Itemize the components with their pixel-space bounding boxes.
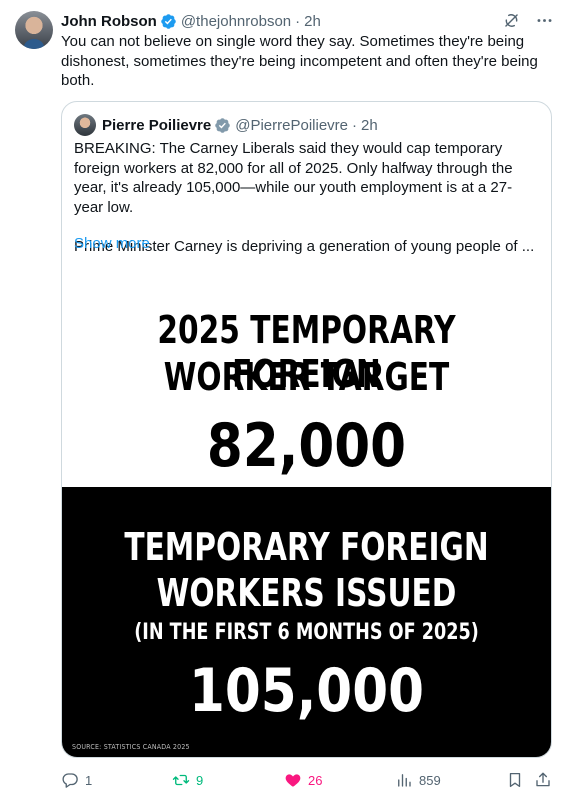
verified-badge-icon[interactable]	[160, 13, 177, 30]
action-bar: 1 9 26 859	[61, 771, 556, 791]
quoted-tweet[interactable]: Pierre Poilievre @PierrePoilievre · 2h B…	[61, 101, 552, 758]
reply-count: 1	[85, 772, 93, 788]
reply-button[interactable]: 1	[61, 771, 92, 789]
show-more-link[interactable]: Show more	[74, 235, 150, 252]
quote-author-name[interactable]: Pierre Poilievre	[102, 117, 211, 134]
target-panel: 2025 TEMPORARY FOREIGN WORKER TARGET 82,…	[62, 264, 551, 487]
quote-header: Pierre Poilievre @PierrePoilievre · 2h	[74, 114, 378, 136]
issued-title-line-1: TEMPORARY FOREIGN	[124, 525, 489, 569]
share-icon	[536, 772, 550, 787]
tweet[interactable]: John Robson @thejohnrobson · 2h You can …	[0, 0, 568, 801]
separator-dot: ·	[295, 12, 301, 30]
target-value: 82,000	[206, 411, 407, 481]
author-name[interactable]: John Robson	[61, 13, 157, 30]
issued-title-line-2: WORKERS ISSUED	[156, 571, 457, 615]
avatar[interactable]	[15, 11, 53, 49]
author-handle[interactable]: @thejohnrobson	[181, 13, 291, 30]
reply-icon	[62, 773, 78, 788]
like-count: 26	[308, 772, 323, 788]
quote-author-handle[interactable]: @PierrePoilievre	[235, 117, 348, 134]
quote-avatar[interactable]	[74, 114, 96, 136]
quote-paragraph-1: BREAKING: The Carney Liberals said they …	[74, 140, 513, 216]
bookmark-button[interactable]	[506, 771, 530, 789]
issued-value: 105,000	[188, 656, 425, 726]
repost-icon	[172, 774, 190, 786]
tweet-header: John Robson @thejohnrobson · 2h	[61, 11, 554, 31]
repost-button[interactable]: 9	[172, 771, 203, 789]
share-button[interactable]	[534, 771, 558, 789]
timestamp[interactable]: 2h	[304, 13, 321, 30]
grok-icon[interactable]	[502, 11, 521, 30]
quote-timestamp[interactable]: 2h	[361, 117, 378, 134]
bookmark-icon	[509, 772, 521, 788]
like-button[interactable]: 26	[284, 771, 322, 789]
source-caption: SOURCE: STATISTICS CANADA 2025	[72, 743, 190, 751]
issued-subtitle: (IN THE FIRST 6 MONTHS OF 2025)	[134, 620, 479, 645]
quote-media-image[interactable]: 2025 TEMPORARY FOREIGN WORKER TARGET 82,…	[62, 264, 551, 757]
heart-icon	[285, 774, 301, 787]
views-button[interactable]: 859	[395, 771, 441, 789]
views-count: 859	[419, 772, 441, 788]
more-icon[interactable]	[535, 11, 554, 30]
quote-separator-dot: ·	[352, 116, 357, 134]
target-title-line-2: WORKER TARGET	[163, 355, 450, 399]
header-actions	[502, 11, 554, 30]
tweet-text: You can not believe on single word they …	[61, 33, 538, 89]
repost-count: 9	[196, 772, 204, 788]
issued-panel: TEMPORARY FOREIGN WORKERS ISSUED (IN THE…	[62, 487, 551, 757]
views-icon	[398, 774, 411, 787]
government-badge-icon[interactable]	[214, 117, 231, 134]
